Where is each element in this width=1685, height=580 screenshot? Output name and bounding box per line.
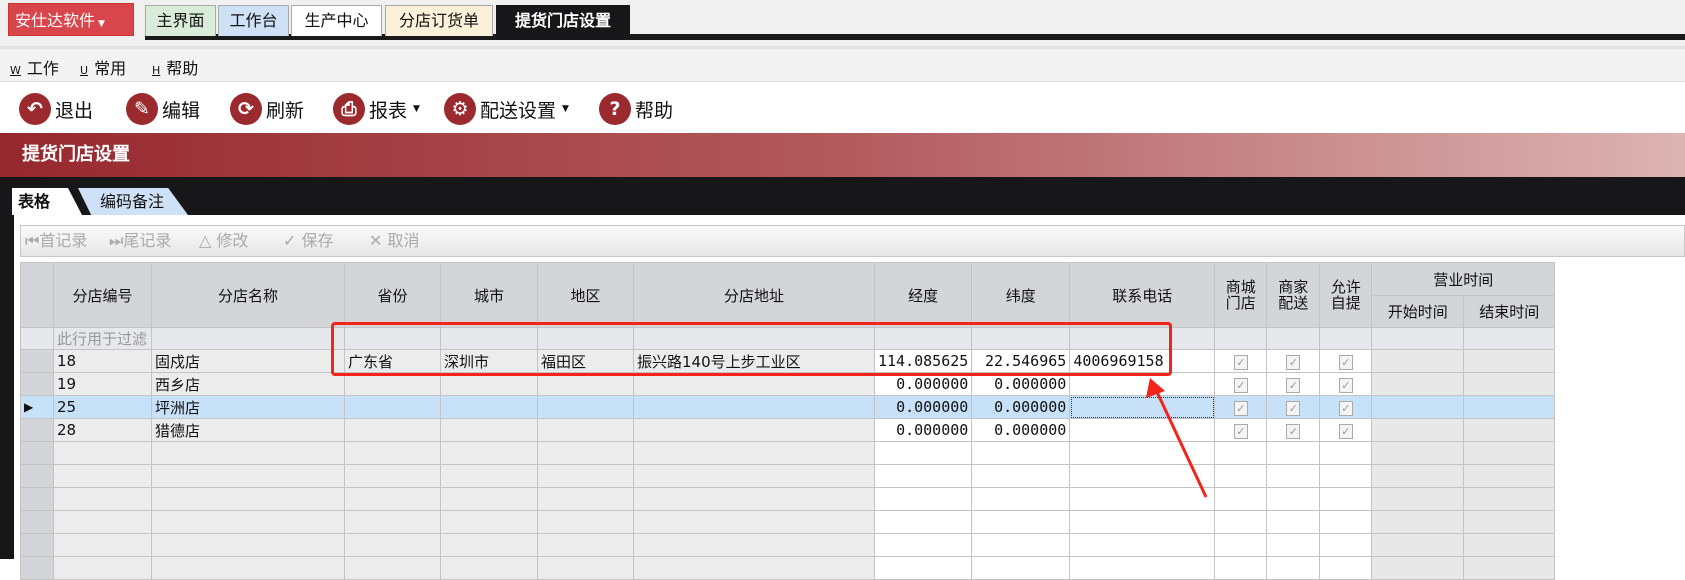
empty-cell [1463, 556, 1556, 580]
empty-cell [1266, 556, 1321, 580]
annotation-arrow [1146, 378, 1208, 498]
empty-cell [537, 556, 634, 580]
empty-cell [20, 556, 54, 580]
arrow-head [1146, 378, 1165, 398]
empty-cell [873, 556, 973, 580]
empty-cell [1371, 556, 1465, 580]
empty-cell [971, 556, 1071, 580]
empty-row [20, 556, 1556, 580]
empty-cell [1214, 556, 1268, 580]
empty-cell [1319, 556, 1373, 580]
empty-cell [1069, 556, 1216, 580]
empty-cell [633, 556, 875, 580]
empty-cell [53, 556, 152, 580]
empty-cell [440, 556, 538, 580]
empty-cell [344, 556, 441, 580]
empty-cell [151, 556, 345, 580]
arrow-shaft [1155, 391, 1208, 498]
